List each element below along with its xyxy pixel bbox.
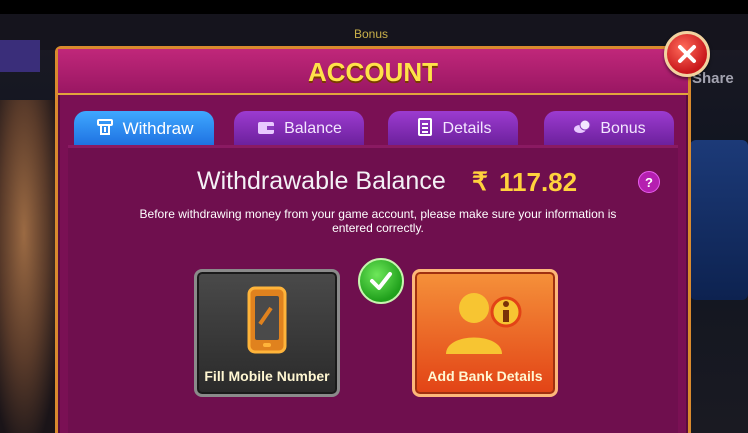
close-icon (678, 45, 696, 63)
wallet-icon (256, 117, 276, 142)
withdraw-icon (95, 117, 115, 142)
help-button[interactable]: ? (638, 171, 660, 193)
checkmark-icon (358, 258, 404, 304)
background-bonus-label: Bonus (354, 27, 389, 41)
card-label: Add Bank Details (427, 368, 543, 384)
background-character (0, 100, 60, 433)
close-button[interactable] (664, 31, 710, 77)
withdrawable-balance-value: 117.82 (499, 167, 578, 197)
currency-symbol: ₹ (472, 168, 488, 196)
withdrawable-balance-label: Withdrawable Balance (197, 167, 446, 195)
tab-details[interactable]: Details (388, 111, 518, 147)
dialog-title: ACCOUNT (308, 57, 438, 87)
add-bank-details-button[interactable]: Add Bank Details (412, 269, 558, 397)
mobile-phone-icon (197, 286, 337, 354)
background-right-card (690, 140, 748, 300)
fill-mobile-number-button[interactable]: Fill Mobile Number (194, 269, 340, 397)
coins-icon (572, 117, 592, 142)
document-icon (415, 117, 435, 142)
tab-bonus[interactable]: Bonus (544, 111, 674, 147)
tab-balance[interactable]: Balance (234, 111, 364, 147)
tab-label: Withdraw (122, 119, 194, 138)
tab-withdraw[interactable]: Withdraw (74, 111, 214, 147)
account-dialog: ACCOUNT Withdraw Balance Details Bonus W… (55, 46, 691, 433)
tab-label: Balance (284, 120, 342, 137)
user-info-icon (415, 286, 555, 358)
tab-label: Details (442, 120, 492, 137)
card-label: Fill Mobile Number (204, 368, 330, 384)
background-left-element (0, 40, 40, 72)
tab-label: Bonus (600, 120, 646, 137)
dialog-header: ACCOUNT (58, 49, 688, 95)
withdraw-notice: Before withdrawing money from your game … (139, 207, 617, 235)
